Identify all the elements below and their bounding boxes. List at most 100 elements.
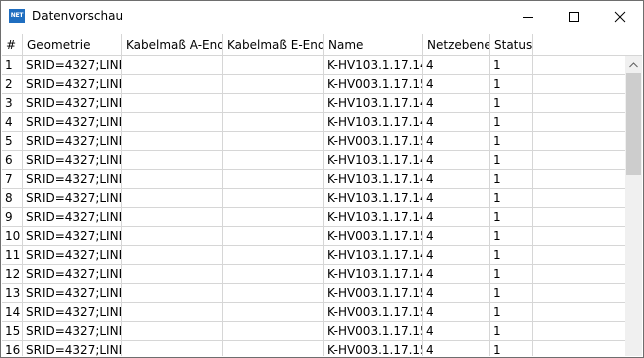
table-row[interactable]: 5SRID=4327;LINES K-HV003.1.17.15041 — [2, 132, 625, 151]
table-row[interactable]: 15SRID=4327;LINES K-HV003.1.17.15041 — [2, 322, 625, 341]
table-cell[interactable] — [223, 189, 324, 208]
table-row[interactable]: 3SRID=4327;LINES K-HV103.1.17.14841 — [2, 94, 625, 113]
row-number-cell[interactable]: 12 — [2, 265, 23, 284]
table-cell[interactable]: K-HV103.1.17.148 — [324, 208, 423, 227]
table-cell[interactable]: SRID=4327;LINES — [23, 303, 122, 322]
table-cell[interactable]: 4 — [423, 322, 490, 341]
table-cell[interactable]: 1 — [490, 303, 533, 322]
table-cell[interactable]: 1 — [490, 151, 533, 170]
table-row[interactable]: 4SRID=4327;LINESK-HV103.1.17.14841 — [2, 113, 625, 132]
table-cell[interactable] — [223, 246, 324, 265]
row-number-cell[interactable]: 8 — [2, 189, 23, 208]
table-cell[interactable] — [223, 303, 324, 322]
row-number-cell[interactable]: 14 — [2, 303, 23, 322]
table-cell[interactable] — [223, 322, 324, 341]
table-cell[interactable]: 1 — [490, 246, 533, 265]
table-cell[interactable]: K-HV103.1.17.148 — [324, 170, 423, 189]
row-number-cell[interactable]: 11 — [2, 246, 23, 265]
table-cell[interactable]: 4 — [423, 246, 490, 265]
table-row[interactable]: 8SRID=4327;LINES K-HV103.1.17.14841 — [2, 189, 625, 208]
row-number-cell[interactable]: 15 — [2, 322, 23, 341]
table-cell[interactable]: 4 — [423, 284, 490, 303]
table-cell[interactable] — [122, 151, 223, 170]
table-cell[interactable]: 1 — [490, 265, 533, 284]
table-cell[interactable]: 4 — [423, 75, 490, 94]
table-cell[interactable] — [223, 341, 324, 356]
table-cell[interactable]: SRID=4327;LINES — [23, 246, 122, 265]
maximize-button[interactable] — [551, 1, 597, 32]
table-cell[interactable]: 1 — [490, 94, 533, 113]
table-cell[interactable]: SRID=4327;LINES — [23, 189, 122, 208]
table-cell[interactable]: 1 — [490, 227, 533, 246]
table-row[interactable]: 16SRID=4327;LINES K-HV003.1.17.15041 — [2, 341, 625, 356]
table-cell[interactable]: 4 — [423, 208, 490, 227]
scroll-thumb[interactable] — [626, 73, 641, 175]
table-cell[interactable] — [533, 246, 625, 265]
table-cell[interactable] — [122, 265, 223, 284]
vertical-scrollbar[interactable] — [625, 56, 642, 356]
table-cell[interactable]: K-HV003.1.17.150 — [324, 227, 423, 246]
table-cell[interactable] — [223, 170, 324, 189]
table-cell[interactable]: 4 — [423, 113, 490, 132]
table-cell[interactable]: 4 — [423, 227, 490, 246]
column-header[interactable]: Kabelmaß A-Ende — [122, 34, 223, 56]
table-cell[interactable]: 1 — [490, 341, 533, 356]
table-cell[interactable] — [223, 132, 324, 151]
row-number-cell[interactable]: 16 — [2, 341, 23, 356]
table-row[interactable]: 10SRID=4327;LINES K-HV003.1.17.15041 — [2, 227, 625, 246]
table-cell[interactable]: K-HV103.1.17.148 — [324, 189, 423, 208]
table-cell[interactable] — [533, 341, 625, 356]
table-row[interactable]: 2SRID=4327;LINES K-HV003.1.17.15041 — [2, 75, 625, 94]
table-cell[interactable] — [122, 284, 223, 303]
column-header[interactable] — [533, 34, 625, 56]
table-cell[interactable] — [122, 341, 223, 356]
table-cell[interactable]: K-HV103.1.17.148 — [324, 246, 423, 265]
row-number-cell[interactable]: 4 — [2, 113, 23, 132]
table-cell[interactable] — [533, 56, 625, 75]
row-number-cell[interactable]: 2 — [2, 75, 23, 94]
table-cell[interactable]: 1 — [490, 189, 533, 208]
table-cell[interactable]: 4 — [423, 151, 490, 170]
table-row[interactable]: 6SRID=4327;LINES K-HV103.1.17.14841 — [2, 151, 625, 170]
table-cell[interactable]: 4 — [423, 341, 490, 356]
table-cell[interactable]: K-HV103.1.17.148 — [324, 265, 423, 284]
table-cell[interactable] — [223, 265, 324, 284]
table-cell[interactable] — [533, 151, 625, 170]
table-cell[interactable] — [122, 113, 223, 132]
table-cell[interactable]: 1 — [490, 322, 533, 341]
table-cell[interactable]: K-HV003.1.17.150 — [324, 303, 423, 322]
table-cell[interactable]: 1 — [490, 113, 533, 132]
table-cell[interactable] — [122, 227, 223, 246]
table-cell[interactable]: 1 — [490, 56, 533, 75]
table-row[interactable]: 14SRID=4327;LINES K-HV003.1.17.15041 — [2, 303, 625, 322]
table-cell[interactable] — [533, 322, 625, 341]
table-cell[interactable]: 1 — [490, 284, 533, 303]
table-cell[interactable] — [533, 208, 625, 227]
table-cell[interactable]: SRID=4327;LINES — [23, 132, 122, 151]
table-row[interactable]: 12SRID=4327;LINES K-HV103.1.17.14841 — [2, 265, 625, 284]
table-cell[interactable]: K-HV003.1.17.150 — [324, 284, 423, 303]
row-number-cell[interactable]: 9 — [2, 208, 23, 227]
table-cell[interactable]: K-HV103.1.17.148 — [324, 113, 423, 132]
table-cell[interactable]: K-HV003.1.17.150 — [324, 322, 423, 341]
data-grid[interactable]: # Geometrie Kabelmaß A-Ende Kabelmaß E-Ende… — [2, 34, 625, 356]
table-cell[interactable] — [122, 132, 223, 151]
table-cell[interactable]: SRID=4327;LINES — [23, 208, 122, 227]
column-header[interactable]: # — [2, 34, 23, 56]
row-number-cell[interactable]: 13 — [2, 284, 23, 303]
row-number-cell[interactable]: 7 — [2, 170, 23, 189]
table-cell[interactable]: 4 — [423, 303, 490, 322]
table-cell[interactable] — [533, 94, 625, 113]
table-row[interactable]: 13SRID=4327;LINES K-HV003.1.17.15041 — [2, 284, 625, 303]
table-cell[interactable]: 4 — [423, 132, 490, 151]
title-bar[interactable]: NET Datenvorschau — [1, 1, 643, 32]
table-cell[interactable] — [122, 246, 223, 265]
table-cell[interactable]: 4 — [423, 56, 490, 75]
table-cell[interactable] — [533, 284, 625, 303]
table-cell[interactable] — [533, 227, 625, 246]
table-cell[interactable] — [533, 189, 625, 208]
table-cell[interactable] — [533, 132, 625, 151]
table-row[interactable]: 7SRID=4327;LINES K-HV103.1.17.14841 — [2, 170, 625, 189]
table-cell[interactable]: SRID=4327;LINES — [23, 284, 122, 303]
column-header[interactable]: Kabelmaß E-Ende — [223, 34, 324, 56]
